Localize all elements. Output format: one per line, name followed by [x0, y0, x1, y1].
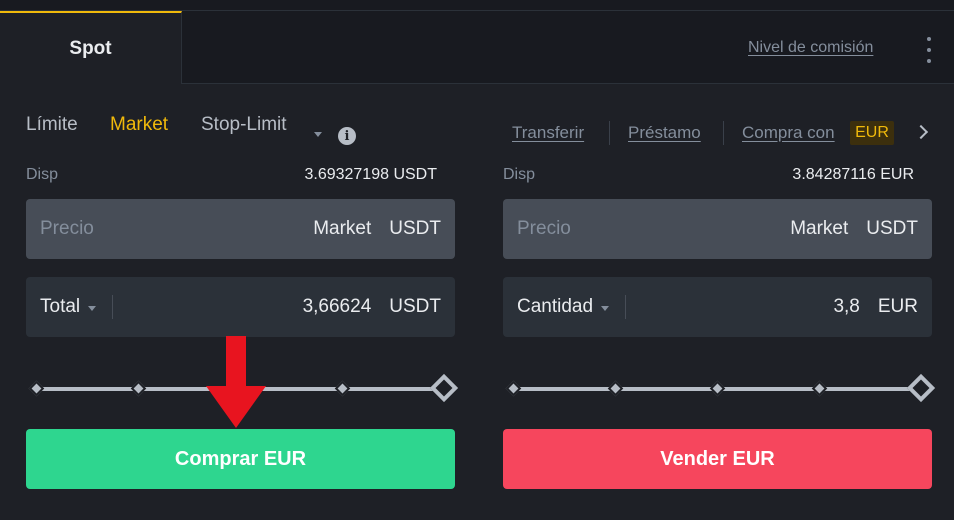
slider-node-0[interactable] — [28, 380, 45, 397]
caret-down-icon — [88, 305, 97, 311]
buy-total-field[interactable]: Total 3,66624 USDT — [26, 277, 455, 337]
buy-total-value[interactable]: 3,66624 — [303, 296, 372, 318]
buy-price-field[interactable]: Precio Market USDT — [26, 199, 455, 259]
sell-price-placeholder: Precio — [517, 218, 571, 239]
slider-node-25[interactable] — [607, 380, 624, 397]
field-divider — [625, 295, 627, 319]
sell-available-value: 3.84287116 EUR — [792, 166, 914, 183]
sell-price-field[interactable]: Precio Market USDT — [503, 199, 932, 259]
buy-total-selector[interactable]: Total — [40, 296, 97, 318]
slider-node-50[interactable] — [709, 380, 726, 397]
trade-panel: Spot Nivel de comisión Límite Market Sto… — [0, 10, 954, 520]
buy-available-value: 3.69327198 USDT — [304, 166, 437, 183]
sell-price-unit: USDT — [866, 218, 918, 239]
buy-price-unit: USDT — [389, 218, 441, 239]
slider-node-0[interactable] — [505, 380, 522, 397]
sell-percent-slider[interactable] — [503, 373, 936, 403]
slider-node-75[interactable] — [811, 380, 828, 397]
buy-total-unit: USDT — [389, 296, 441, 317]
arrow-down-annotation — [206, 336, 266, 428]
sell-button[interactable]: Vender EUR — [503, 429, 932, 489]
buy-available-label: Disp — [26, 166, 59, 183]
sell-column: Disp 3.84287116 EUR Precio Market USDT C… — [503, 11, 936, 520]
buy-button[interactable]: Comprar EUR — [26, 429, 455, 489]
sell-amount-field[interactable]: Cantidad 3,8 EUR — [503, 277, 932, 337]
buy-column: Disp 3.69327198 USDT Precio Market USDT … — [26, 11, 459, 520]
sell-amount-value[interactable]: 3,8 — [833, 296, 859, 318]
sell-available-label: Disp — [503, 166, 536, 183]
field-divider — [112, 295, 114, 319]
caret-down-icon — [601, 305, 610, 311]
slider-node-75[interactable] — [334, 380, 351, 397]
sell-amount-unit: EUR — [877, 296, 918, 317]
sell-amount-selector[interactable]: Cantidad — [517, 296, 610, 318]
buy-price-placeholder: Precio — [40, 218, 94, 239]
slider-handle[interactable] — [429, 373, 459, 403]
buy-price-value: Market — [313, 218, 372, 239]
slider-handle[interactable] — [906, 373, 936, 403]
sell-price-value: Market — [790, 218, 849, 239]
slider-node-25[interactable] — [130, 380, 147, 397]
